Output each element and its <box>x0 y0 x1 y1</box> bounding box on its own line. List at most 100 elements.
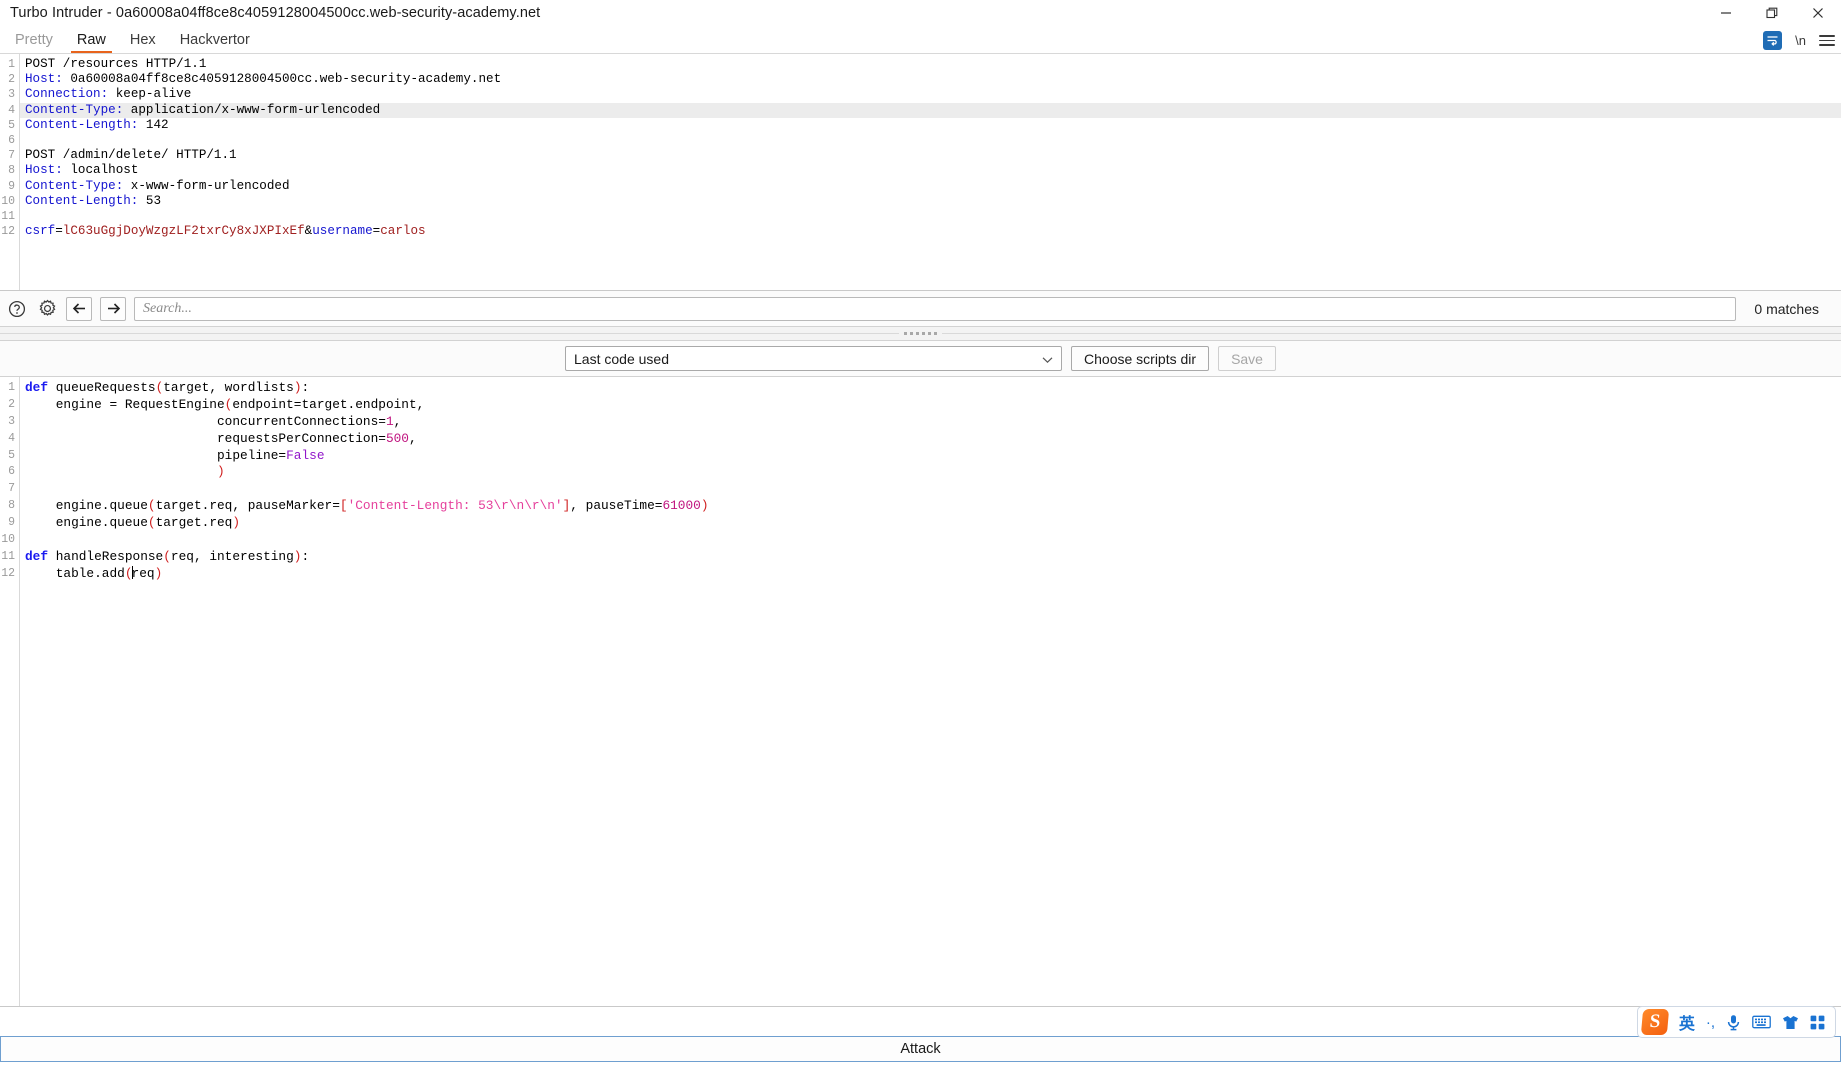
soft-keyboard-icon[interactable] <box>1752 1015 1771 1029</box>
code-line[interactable]: Content-Type: x-www-form-urlencoded <box>20 179 1841 194</box>
code-line[interactable]: Content-Length: 142 <box>20 118 1841 133</box>
code-token: POST /resources HTTP/1.1 <box>25 57 207 71</box>
code-line[interactable] <box>20 209 1841 224</box>
sogou-logo-icon[interactable]: S <box>1640 1009 1669 1035</box>
line-number: 7 <box>8 482 15 496</box>
code-token: keep-alive <box>108 87 192 102</box>
script-code-area[interactable]: def queueRequests(target, wordlists): en… <box>20 377 1841 1006</box>
code-token: : <box>301 380 310 395</box>
code-line[interactable]: engine.queue(target.req, pauseMarker=['C… <box>20 498 1841 515</box>
code-token: def <box>25 548 56 564</box>
code-line[interactable]: table.add(req) <box>20 565 1841 583</box>
code-token: False <box>286 447 325 463</box>
code-line[interactable]: engine.queue(target.req) <box>20 515 1841 532</box>
skin-icon[interactable] <box>1782 1015 1799 1030</box>
code-line[interactable]: POST /admin/delete/ HTTP/1.1 <box>20 148 1841 163</box>
line-number: 2 <box>8 397 15 411</box>
splitter-grip[interactable] <box>899 332 942 335</box>
code-line[interactable] <box>20 481 1841 498</box>
code-token: ( <box>147 515 156 531</box>
script-select[interactable]: Last code used <box>565 346 1063 371</box>
code-line[interactable]: Content-Length: 53 <box>20 194 1841 209</box>
line-number: 9 <box>8 516 15 530</box>
code-token: target.req, pauseMarker= <box>155 498 340 514</box>
code-token: ( <box>163 548 171 564</box>
save-button[interactable]: Save <box>1218 346 1276 371</box>
close-icon[interactable] <box>1795 0 1841 26</box>
line-number: 4 <box>8 103 15 117</box>
code-line[interactable]: pipeline=False <box>20 448 1841 465</box>
tab-actions: \n <box>1763 31 1835 50</box>
code-token: ) <box>154 565 163 581</box>
search-back-button[interactable] <box>66 296 92 321</box>
script-select-value: Last code used <box>574 350 669 367</box>
window-controls <box>1703 0 1841 26</box>
line-number: 3 <box>8 88 15 102</box>
code-line[interactable]: Content-Type: application/x-www-form-url… <box>20 102 1841 118</box>
line-number: 10 <box>1 533 15 547</box>
toolbox-icon[interactable] <box>1810 1015 1825 1030</box>
word-wrap-icon[interactable] <box>1763 31 1783 50</box>
code-token: : <box>301 548 310 564</box>
minimize-icon[interactable] <box>1703 0 1749 26</box>
language-mode-toggle[interactable]: 英 <box>1679 1010 1695 1034</box>
code-line[interactable]: requestsPerConnection=500, <box>20 431 1841 448</box>
tab-hex[interactable]: Hex <box>121 32 165 53</box>
search-forward-button[interactable] <box>100 296 126 321</box>
gear-icon[interactable] <box>36 298 58 320</box>
code-line[interactable]: csrf=lC63uGgjDoyWzgzLF2txrCy8xJXPIxEf&us… <box>20 224 1841 239</box>
code-token: engine = RequestEngine <box>25 396 225 412</box>
code-token: Content-Length: <box>25 193 139 208</box>
window-title: Turbo Intruder - 0a60008a04ff8ce8c405912… <box>10 5 541 21</box>
code-line[interactable]: concurrentConnections=1, <box>20 414 1841 431</box>
code-token: pipeline= <box>25 447 287 463</box>
code-token: , <box>393 413 402 429</box>
request-line-numbers: 1 2 3 4 5 6 7 8 9 10 11 12 <box>0 54 20 290</box>
maximize-icon[interactable] <box>1749 0 1795 26</box>
line-number: 2 <box>8 73 15 87</box>
line-number: 8 <box>8 164 15 178</box>
code-line[interactable]: def queueRequests(target, wordlists): <box>20 380 1841 397</box>
http-request-editor[interactable]: 1 2 3 4 5 6 7 8 9 10 11 12 POST /resources HTTP/1.1… <box>0 54 1841 290</box>
title-bar: Turbo Intruder - 0a60008a04ff8ce8c405912… <box>0 0 1841 26</box>
code-line[interactable]: Connection: keep-alive <box>20 87 1841 102</box>
code-token: Content-Length: <box>25 117 139 132</box>
help-circle-icon[interactable] <box>6 298 28 320</box>
code-line[interactable]: engine = RequestEngine(endpoint=target.e… <box>20 397 1841 414</box>
code-token: 53 <box>138 193 162 208</box>
script-line-numbers: 1 2 3 4 5 6 7 8 9 10 11 12 <box>0 377 20 1006</box>
attack-button-label: Attack <box>900 1041 941 1057</box>
newline-chars-icon[interactable]: \n <box>1795 33 1806 48</box>
request-code-area[interactable]: POST /resources HTTP/1.1 Host: 0a60008a04… <box>20 54 1841 290</box>
code-line[interactable] <box>20 133 1841 148</box>
line-number: 8 <box>8 499 15 513</box>
line-number: 3 <box>8 414 15 428</box>
tab-hackvertor[interactable]: Hackvertor <box>171 32 259 53</box>
tab-raw[interactable]: Raw <box>68 32 115 53</box>
code-line[interactable]: Host: localhost <box>20 163 1841 178</box>
panel-splitter[interactable] <box>0 327 1841 341</box>
code-line[interactable]: def handleResponse(req, interesting): <box>20 549 1841 566</box>
line-number: 11 <box>1 209 15 223</box>
hamburger-menu-icon[interactable] <box>1819 35 1835 46</box>
code-token: req <box>131 565 155 581</box>
code-line[interactable] <box>20 532 1841 549</box>
code-line[interactable]: Host: 0a60008a04ff8ce8c4059128004500cc.w… <box>20 72 1841 87</box>
code-token: carlos <box>380 224 426 239</box>
code-token: POST /admin/delete/ HTTP/1.1 <box>25 148 237 163</box>
tab-pretty[interactable]: Pretty <box>6 32 62 53</box>
code-token: 500 <box>385 430 409 446</box>
code-token: x-www-form-urlencoded <box>123 178 290 193</box>
code-token: , <box>408 430 417 446</box>
line-number: 9 <box>8 179 15 193</box>
attack-button[interactable]: Attack <box>0 1036 1841 1062</box>
microphone-icon[interactable] <box>1726 1014 1741 1031</box>
line-number: 5 <box>8 448 15 462</box>
punctuation-mode-toggle[interactable]: ·, <box>1706 1014 1715 1031</box>
search-input[interactable] <box>134 296 1737 321</box>
code-line[interactable]: ) <box>20 464 1841 481</box>
code-line[interactable]: POST /resources HTTP/1.1 <box>20 57 1841 72</box>
code-token: table.add <box>25 565 125 581</box>
choose-scripts-dir-button[interactable]: Choose scripts dir <box>1071 346 1210 371</box>
python-script-editor[interactable]: 1 2 3 4 5 6 7 8 9 10 11 12 def queueRequests(target… <box>0 377 1841 1007</box>
